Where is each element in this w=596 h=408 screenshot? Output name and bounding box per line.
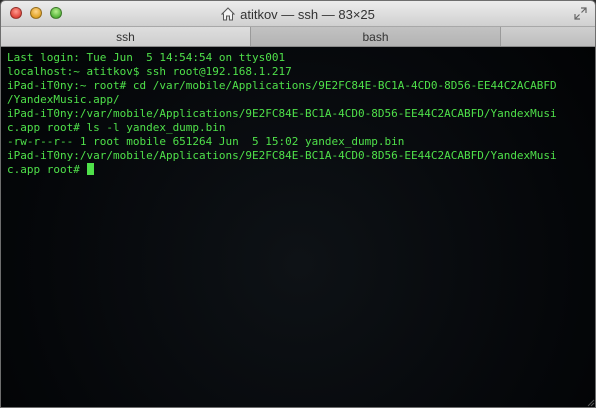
tab-label: ssh — [116, 29, 135, 44]
terminal-window: atitkov — ssh — 83×25 ssh bash Last logi… — [0, 0, 596, 408]
terminal-output[interactable]: Last login: Tue Jun 5 14:54:54 on ttys00… — [1, 47, 595, 407]
tab-bar: ssh bash — [1, 27, 595, 47]
terminal-line: iPad-iT0ny:/var/mobile/Applications/9E2F… — [7, 107, 557, 120]
terminal-prompt-line: c.app root# — [7, 163, 591, 177]
terminal-prompt: c.app root# — [7, 163, 87, 176]
terminal-line: c.app root# ls -l yandex_dump.bin — [7, 121, 226, 134]
terminal-line: Last login: Tue Jun 5 14:54:54 on ttys00… — [7, 51, 286, 64]
tab-ssh[interactable]: ssh — [1, 27, 251, 46]
tab-label: bash — [362, 29, 389, 44]
terminal-line: iPad-iT0ny:~ root# cd /var/mobile/Applic… — [7, 79, 557, 92]
tab-bash[interactable]: bash — [251, 27, 501, 46]
terminal-line: /YandexMusic.app/ — [7, 93, 120, 106]
terminal-line: iPad-iT0ny:/var/mobile/Applications/9E2F… — [7, 149, 557, 162]
terminal-line: localhost:~ atitkov$ ssh root@192.168.1.… — [7, 65, 292, 78]
title-bar[interactable]: atitkov — ssh — 83×25 — [1, 1, 595, 27]
window-title: atitkov — ssh — 83×25 — [240, 6, 375, 22]
fullscreen-icon[interactable] — [574, 7, 587, 20]
text-cursor — [87, 163, 95, 175]
terminal-line: -rw-r--r-- 1 root mobile 651264 Jun 5 15… — [7, 135, 405, 148]
tab-bar-filler — [501, 27, 595, 46]
home-icon — [221, 7, 236, 21]
window-title-wrap: atitkov — ssh — 83×25 — [1, 1, 595, 27]
resize-grip-icon[interactable] — [585, 397, 595, 407]
